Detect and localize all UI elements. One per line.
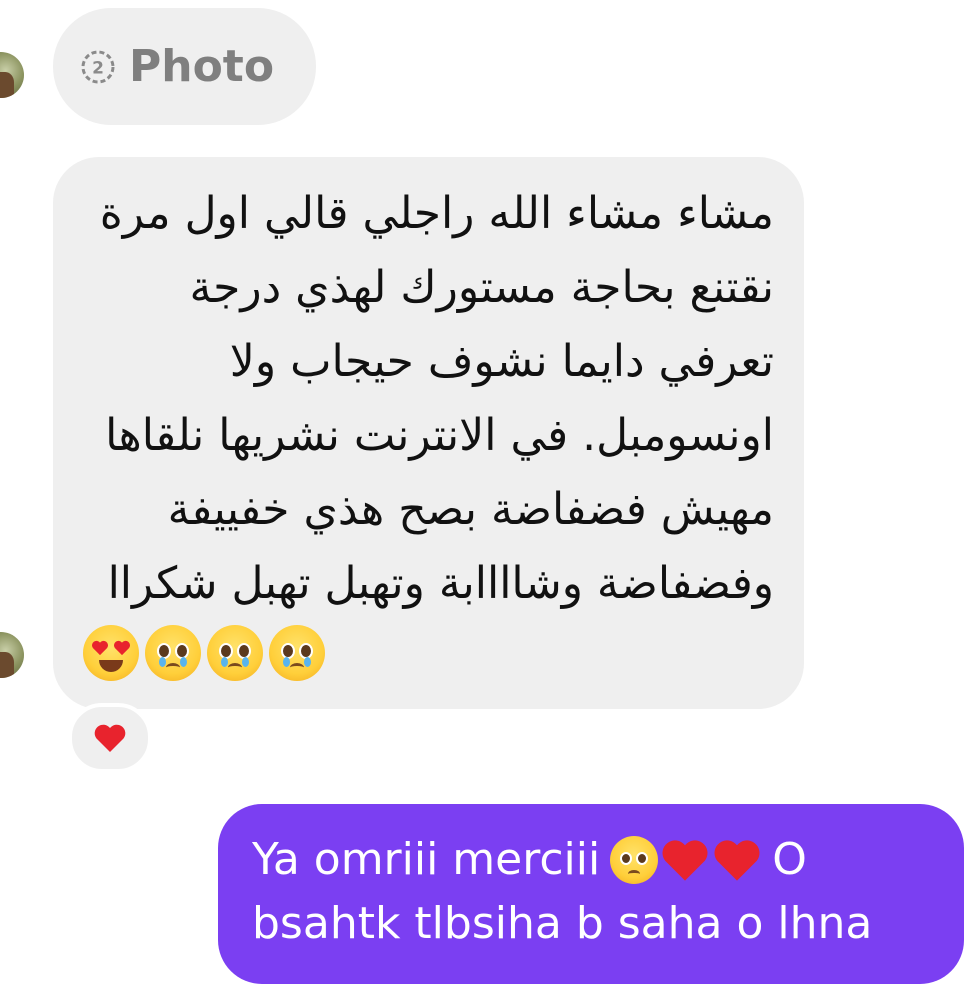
sent-message-line: Ya omriii merciii O xyxy=(252,828,936,892)
received-message-text: مشاء مشاء الله راجلي قالي اول مرة نقتنع … xyxy=(83,177,774,621)
photo-label: Photo xyxy=(129,41,275,92)
view-once-photo-message[interactable]: 2 Photo xyxy=(53,8,316,125)
crying-face-emoji xyxy=(145,625,201,681)
message-line: مشاء مشاء الله راجلي قالي اول مرة xyxy=(99,188,774,239)
crying-face-emoji xyxy=(269,625,325,681)
pleading-face-emoji xyxy=(610,836,659,884)
message-line: مهيش فضفاضة بصح هذي خفييفة xyxy=(167,484,774,535)
red-heart-icon xyxy=(93,723,127,753)
sent-text: O xyxy=(772,834,807,885)
crying-face-emoji xyxy=(207,625,263,681)
heart-reaction[interactable] xyxy=(68,703,152,773)
message-line: نقتنع بحاجة مستورك لهذي درجة xyxy=(189,262,774,313)
sender-avatar[interactable] xyxy=(0,52,24,98)
view-count-label: 2 xyxy=(92,58,104,78)
view-once-icon: 2 xyxy=(79,48,117,86)
sent-message-bubble[interactable]: Ya omriii merciii O bsahtk tlbsiha b sah… xyxy=(218,804,964,984)
red-heart-emoji xyxy=(712,837,762,883)
message-line: تعرفي دايما نشوف حيجاب ولا xyxy=(229,336,774,387)
emoji-row xyxy=(83,621,774,699)
heart-eyes-emoji xyxy=(83,625,139,681)
red-heart-emoji xyxy=(660,837,710,883)
sent-message-line: bsahtk tlbsiha b saha o lhna xyxy=(252,898,873,949)
message-line: وفضفاضة وشاااابة وتهبل تهبل شكراا xyxy=(107,558,774,609)
sent-text: Ya omriii merciii xyxy=(252,834,601,885)
sender-avatar[interactable] xyxy=(0,632,24,678)
received-message-bubble[interactable]: مشاء مشاء الله راجلي قالي اول مرة نقتنع … xyxy=(53,157,804,709)
message-line: اونسومبل. في الانترنت نشريها نلقاها xyxy=(105,410,774,461)
